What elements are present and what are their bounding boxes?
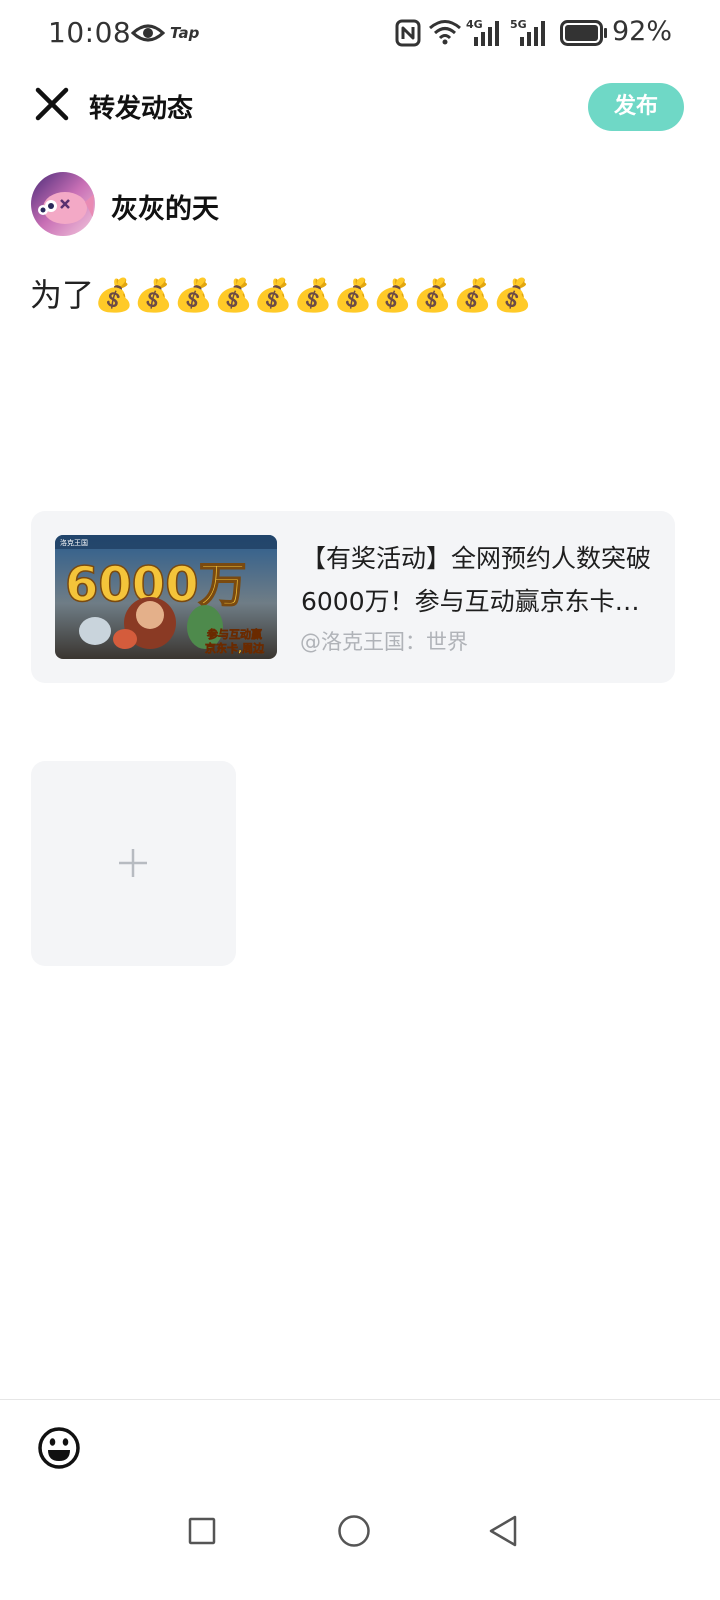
svg-text:4G: 4G bbox=[466, 18, 483, 31]
tap-icon: Tap bbox=[170, 24, 200, 42]
avatar[interactable] bbox=[31, 172, 95, 236]
username: 灰灰的天 bbox=[111, 194, 219, 225]
plus-icon bbox=[119, 849, 147, 877]
header: 转发动态 发布 bbox=[0, 70, 720, 142]
toolbar-divider bbox=[0, 1399, 720, 1400]
emoji-icon[interactable] bbox=[37, 1426, 81, 1470]
post-text-input[interactable]: 为了💰💰💰💰💰💰💰💰💰💰💰 bbox=[30, 275, 532, 315]
card-title: 【有奖活动】全网预约人数突破6000万！参与互动赢京东卡、周边 bbox=[301, 544, 651, 616]
eye-icon bbox=[131, 24, 165, 42]
card-thumbnail: 洛克王国 6000万 参与互动赢 京东卡,周边 bbox=[55, 535, 277, 659]
signal-4g-icon: 4G bbox=[466, 18, 499, 46]
back-icon[interactable] bbox=[487, 1514, 519, 1548]
status-time: 10:08 bbox=[48, 16, 132, 49]
publish-button[interactable]: 发布 bbox=[588, 83, 684, 131]
close-icon[interactable] bbox=[28, 80, 76, 128]
battery-icon bbox=[560, 20, 607, 46]
home-icon[interactable] bbox=[337, 1514, 371, 1548]
wifi-icon bbox=[429, 20, 461, 45]
add-image-button[interactable] bbox=[31, 761, 236, 966]
svg-text:5G: 5G bbox=[510, 18, 527, 31]
nfc-icon bbox=[395, 19, 421, 47]
svg-text:参与互动赢: 参与互动赢 bbox=[207, 627, 262, 641]
status-bar: 10:08 Tap 4G 5G 92% bbox=[0, 0, 720, 68]
svg-text:洛克王国: 洛克王国 bbox=[60, 538, 88, 547]
recent-apps-icon[interactable] bbox=[188, 1517, 216, 1545]
signal-5g-icon: 5G bbox=[510, 18, 545, 46]
card-source: @洛克王国：世界 bbox=[300, 630, 468, 654]
battery-percent: 92% bbox=[612, 16, 673, 47]
page-title: 转发动态 bbox=[89, 94, 194, 124]
shared-post-card[interactable]: 洛克王国 6000万 参与互动赢 京东卡,周边 【有奖活动】全网预约人数突破60… bbox=[31, 511, 675, 683]
svg-text:京东卡,周边: 京东卡,周边 bbox=[205, 641, 265, 655]
